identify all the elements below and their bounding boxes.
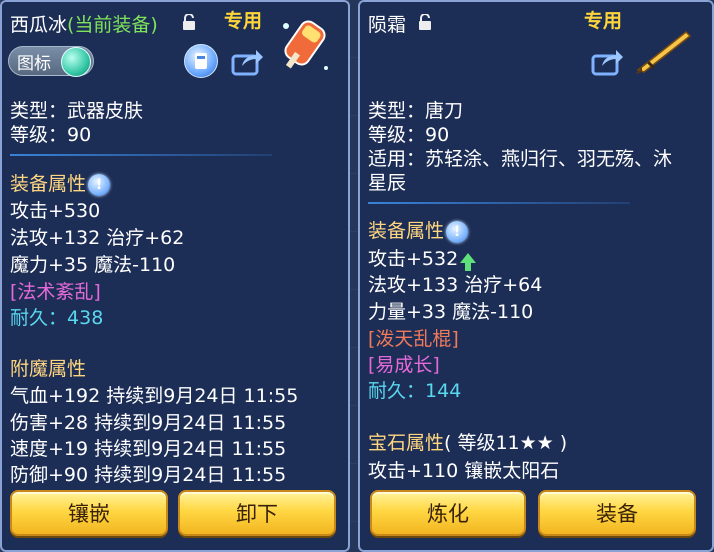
gem-line: 攻击+110 镶嵌太阳石: [368, 460, 560, 482]
bag-icon[interactable]: [184, 44, 218, 78]
icon-toggle[interactable]: 图标: [8, 46, 94, 77]
equip-attr-title-text: 装备属性: [10, 173, 87, 195]
separator: [10, 154, 272, 156]
durability-line: 耐久：438: [10, 303, 103, 330]
suitable-line: 适用：苏轻涂、燕归行、羽无殇、沐: [368, 148, 673, 170]
attack-line: 攻击+532: [368, 244, 477, 271]
item-title: 西瓜冰(当前装备): [10, 10, 158, 37]
level-line: 等级：90: [10, 124, 92, 146]
item-name: 西瓜冰: [10, 14, 68, 36]
unequip-button[interactable]: 卸下: [178, 490, 336, 536]
share-icon[interactable]: [230, 46, 264, 76]
enchant-line: 气血+192 持续到9月24日 11:55: [10, 385, 299, 407]
special-label: 专用: [584, 10, 623, 32]
refine-button[interactable]: 炼化: [370, 490, 526, 536]
special-effect: [泼天乱棍]: [368, 328, 459, 350]
attr-line: 力量+33 魔法-110: [368, 301, 534, 323]
suitable-line: 星辰: [368, 172, 407, 194]
type-line: 类型：武器皮肤: [10, 100, 144, 122]
durability-label: 耐久：: [368, 380, 426, 402]
attr-line: 攻击+530: [10, 200, 101, 222]
current-equipment-panel: 西瓜冰(当前装备) 专用 图标 类型：武器皮肤 等级：90 装备属性! 攻击+5…: [0, 0, 350, 552]
durability-value: 438: [67, 307, 104, 329]
lock-icon[interactable]: [418, 14, 432, 30]
separator: [368, 202, 630, 204]
gem-attr-title: 宝石属性( 等级11★★ ): [368, 428, 567, 455]
equip-attr-title-text: 装备属性: [368, 220, 445, 242]
share-icon[interactable]: [590, 46, 624, 76]
gem-detail: ( 等级11★★ ): [444, 432, 568, 454]
durability-line: 耐久：144: [368, 376, 461, 403]
attr-line: 魔力+35 魔法-110: [10, 254, 176, 276]
attack-text: 攻击+532: [368, 248, 459, 270]
durability-value: 144: [425, 380, 462, 402]
special-label: 专用: [224, 10, 263, 32]
attr-line: 法攻+132 治疗+62: [10, 227, 185, 249]
up-arrow-icon: [460, 252, 477, 271]
enchant-line: 速度+19 持续到9月24日 11:55: [10, 438, 287, 460]
info-icon[interactable]: !: [88, 173, 111, 196]
special-effect: [易成长]: [368, 354, 440, 376]
item-title: 陨霜: [368, 14, 407, 36]
equip-attr-title: 装备属性!: [10, 169, 111, 196]
enchant-line: 防御+90 持续到9月24日 11:55: [10, 464, 287, 486]
equipped-tag: (当前装备): [67, 14, 158, 36]
equip-button[interactable]: 装备: [538, 490, 696, 536]
equip-attr-title: 装备属性!: [368, 216, 469, 243]
gem-icon: [61, 47, 91, 77]
compare-item-panel: 陨霜 专用 类型：唐刀 等级：90 适用：苏轻涂、燕归行、羽无殇、沐 星辰 装备…: [358, 0, 714, 552]
info-icon[interactable]: !: [446, 220, 469, 243]
popsicle-skin-icon[interactable]: [274, 18, 336, 78]
enchant-line: 伤害+28 持续到9月24日 11:55: [10, 412, 287, 434]
level-line: 等级：90: [368, 124, 450, 146]
tang-blade-icon[interactable]: [632, 26, 696, 76]
gem-title-text: 宝石属性: [368, 432, 445, 454]
durability-label: 耐久：: [10, 307, 68, 329]
icon-toggle-label: 图标: [17, 54, 51, 74]
attr-line: 法攻+133 治疗+64: [368, 274, 543, 296]
inlay-button[interactable]: 镶嵌: [10, 490, 168, 536]
type-line: 类型：唐刀: [368, 100, 464, 122]
lock-icon[interactable]: [182, 14, 196, 30]
special-effect: [法术紊乱]: [10, 281, 101, 303]
enchant-title: 附魔属性: [10, 358, 87, 380]
